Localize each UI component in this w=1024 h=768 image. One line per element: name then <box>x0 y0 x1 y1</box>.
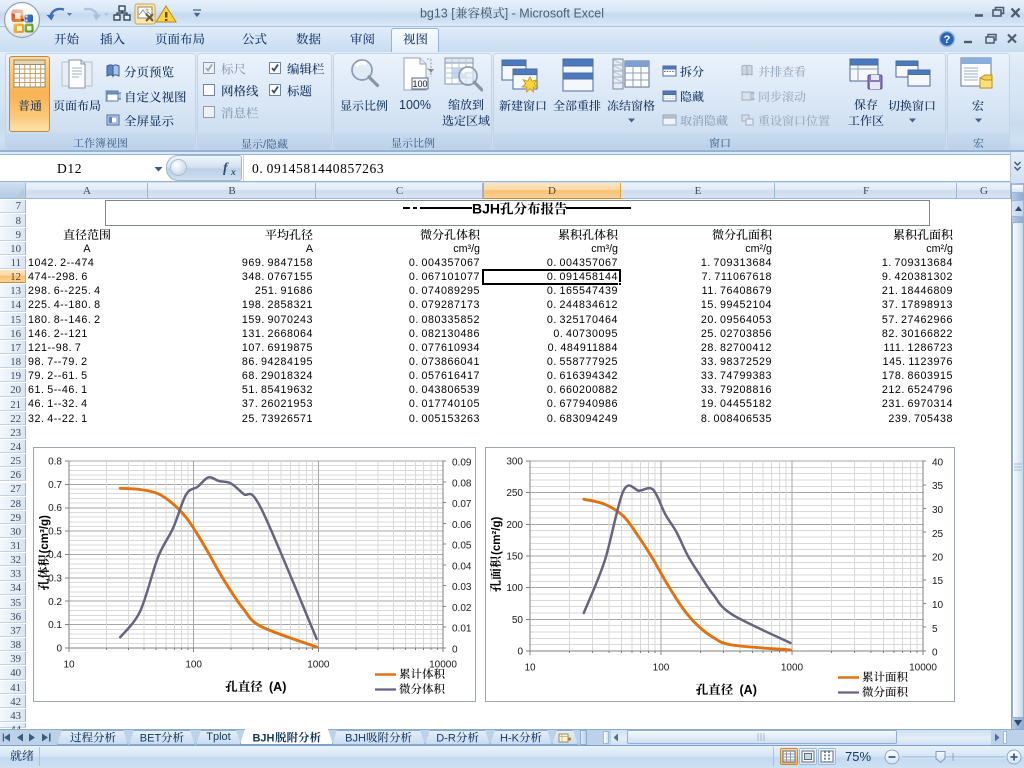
svg-text:100: 100 <box>412 79 427 89</box>
svg-text:30: 30 <box>932 505 944 516</box>
svg-text:35: 35 <box>932 481 944 492</box>
svg-text:0.04: 0.04 <box>452 561 472 572</box>
svg-text:10000: 10000 <box>429 660 457 671</box>
svg-text:10: 10 <box>524 663 536 674</box>
svg-text:5: 5 <box>932 624 938 635</box>
svg-text:0.3: 0.3 <box>48 573 62 584</box>
svg-text:(cm²/g): (cm²/g) <box>491 517 503 556</box>
svg-text:0.2: 0.2 <box>48 597 62 608</box>
svg-text:0.08: 0.08 <box>452 478 472 489</box>
svg-text:0.03: 0.03 <box>452 582 472 593</box>
svg-text:50: 50 <box>512 615 524 626</box>
svg-text:1000: 1000 <box>781 663 804 674</box>
svg-text:0.09: 0.09 <box>452 458 472 469</box>
svg-text:0: 0 <box>56 644 62 655</box>
svg-text:100: 100 <box>506 583 523 594</box>
svg-text:40: 40 <box>932 458 944 469</box>
svg-text:0.06: 0.06 <box>452 520 472 531</box>
svg-text:15: 15 <box>932 576 944 587</box>
svg-text:20: 20 <box>932 553 944 564</box>
svg-text:100: 100 <box>185 660 202 671</box>
svg-text:(cm³/g): (cm³/g) <box>39 515 51 554</box>
svg-text:0.7: 0.7 <box>48 480 62 491</box>
svg-text:300: 300 <box>506 457 523 468</box>
svg-text:1000: 1000 <box>307 660 330 671</box>
svg-text:10: 10 <box>932 600 944 611</box>
svg-text:0: 0 <box>452 645 458 656</box>
svg-text:25: 25 <box>932 529 944 540</box>
svg-text:(A): (A) <box>740 683 757 697</box>
svg-text:0: 0 <box>932 648 938 659</box>
svg-text:10000: 10000 <box>909 663 937 674</box>
svg-text:0: 0 <box>517 647 523 658</box>
svg-text:0.01: 0.01 <box>452 624 472 635</box>
svg-text:0.6: 0.6 <box>48 503 62 514</box>
svg-text:10: 10 <box>63 660 75 671</box>
svg-text:200: 200 <box>506 520 523 531</box>
svg-text:0.02: 0.02 <box>452 603 472 614</box>
svg-text:0.8: 0.8 <box>48 457 62 468</box>
svg-text:150: 150 <box>506 552 523 563</box>
svg-text:0.05: 0.05 <box>452 541 472 552</box>
svg-text:?: ? <box>944 34 951 46</box>
svg-text:0.1: 0.1 <box>48 620 62 631</box>
svg-text:100: 100 <box>653 663 670 674</box>
svg-text:250: 250 <box>506 488 523 499</box>
svg-text:(A): (A) <box>269 680 286 694</box>
svg-text:0.07: 0.07 <box>452 499 472 510</box>
